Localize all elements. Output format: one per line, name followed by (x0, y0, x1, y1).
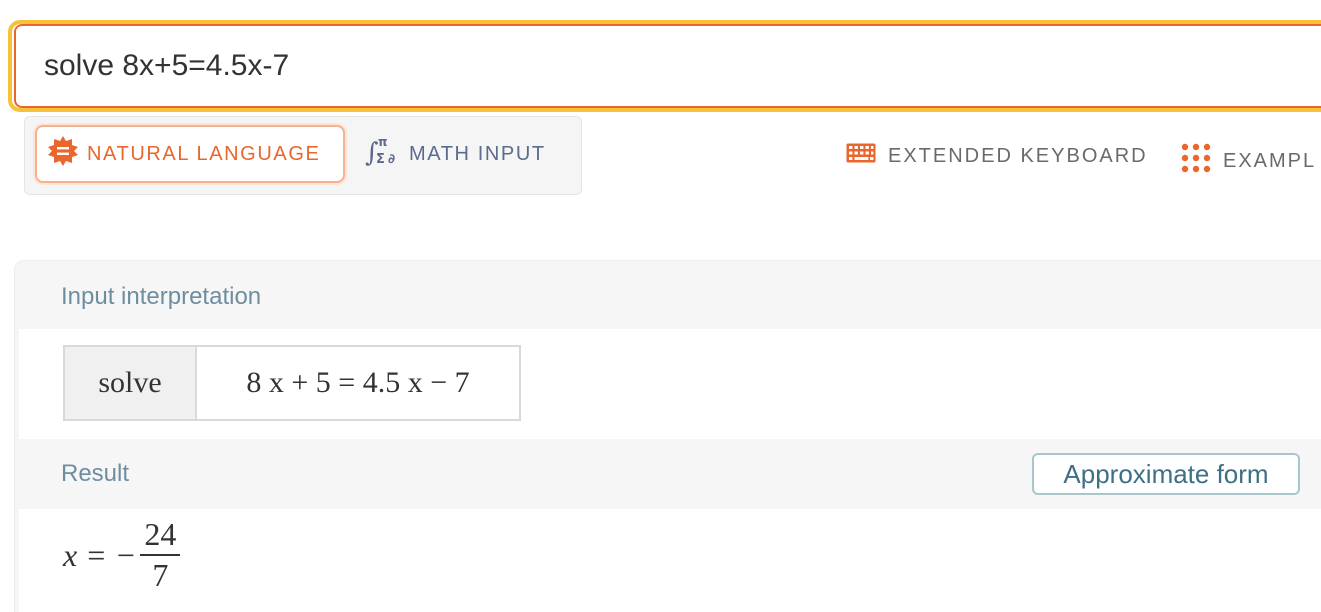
natural-language-button[interactable]: NATURAL LANGUAGE (35, 125, 345, 183)
result-expression: x = − 24 7 (63, 516, 181, 594)
result-lhs: x = − (63, 536, 137, 573)
interpretation-table: solve 8 x + 5 = 4.5 x − 7 (63, 345, 521, 421)
svg-text:∂: ∂ (388, 152, 397, 167)
input-mode-toggle: NATURAL LANGUAGE ∫ π Σ ∂ MATH INPUT (24, 116, 582, 195)
dots-grid-icon (1181, 143, 1211, 179)
results-panel: Input interpretation solve 8 x + 5 = 4.5… (14, 260, 1321, 612)
search-input[interactable] (44, 26, 1044, 106)
examples-link[interactable]: EXAMPL (1181, 143, 1316, 179)
interpretation-label: solve (65, 347, 197, 419)
approximate-form-button[interactable]: Approximate form (1032, 453, 1300, 495)
math-input-icon: ∫ π Σ ∂ (365, 134, 401, 174)
extended-keyboard-link[interactable]: EXTENDED KEYBOARD (846, 143, 1148, 169)
result-denominator: 7 (152, 557, 169, 594)
svg-text:π: π (378, 135, 389, 149)
extended-keyboard-label: EXTENDED KEYBOARD (888, 144, 1148, 167)
search-bar[interactable] (14, 24, 1321, 108)
svg-text:Σ: Σ (376, 152, 386, 167)
result-pod: x = − 24 7 (19, 509, 1321, 612)
math-input-button[interactable]: ∫ π Σ ∂ MATH INPUT (365, 125, 546, 183)
result-fraction: 24 7 (140, 516, 181, 594)
result-title: Result (61, 460, 130, 487)
math-input-label: MATH INPUT (409, 142, 546, 165)
natural-language-badge-icon (47, 135, 79, 173)
interpretation-expression: 8 x + 5 = 4.5 x − 7 (197, 347, 519, 419)
result-numerator: 24 (140, 516, 181, 557)
examples-label: EXAMPL (1223, 149, 1317, 172)
input-interpretation-title: Input interpretation (61, 283, 262, 310)
natural-language-label: NATURAL LANGUAGE (87, 142, 321, 165)
input-interpretation-pod: solve 8 x + 5 = 4.5 x − 7 (19, 329, 1321, 439)
keyboard-icon (846, 143, 876, 169)
